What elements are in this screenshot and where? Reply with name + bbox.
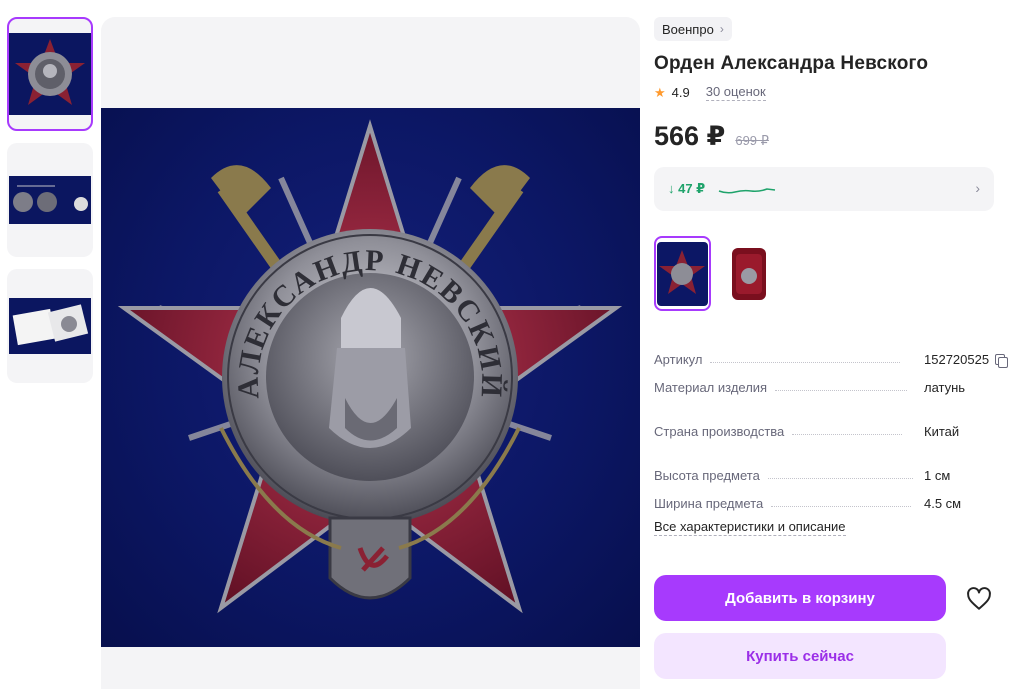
spec-key: Высота предмета <box>654 468 760 483</box>
heart-icon[interactable] <box>966 586 992 612</box>
spec-value: 152720525 <box>924 352 1009 368</box>
price-row: 566 ₽ 699 ₽ <box>654 121 1014 152</box>
spec-key: Артикул <box>654 352 703 367</box>
spec-dots <box>775 390 908 391</box>
spec-row-material: Материал изделия латунь <box>654 367 1014 395</box>
spec-row-article: Артикул 152720525 <box>654 339 1014 368</box>
spec-key: Материал изделия <box>654 380 768 395</box>
thumbnail-order-with-ruler[interactable] <box>7 143 93 257</box>
brand-name: Военпро <box>662 21 714 37</box>
rating-value: 4.9 <box>671 85 690 100</box>
thumbnail-order-front[interactable] <box>7 17 93 131</box>
spec-value: 4.5 см <box>924 496 962 511</box>
main-product-image[interactable]: АЛЕКСАНДР НЕВСКИЙ <box>101 108 640 647</box>
spec-dots <box>792 434 903 435</box>
product-title: Орден Александра Невского <box>654 53 929 74</box>
thumbnail-list <box>7 17 93 395</box>
reviews-link[interactable]: 30 оценок <box>705 84 766 101</box>
product-info: Военпро › Орден Александра Невского ★ 4.… <box>654 17 1014 679</box>
current-price: 566 ₽ <box>654 121 726 151</box>
spec-key: Ширина предмета <box>654 496 764 511</box>
brand-link[interactable]: Военпро › <box>654 17 732 41</box>
variant-image <box>657 241 708 306</box>
order-illustration: АЛЕКСАНДР НЕВСКИЙ <box>117 119 623 614</box>
spec-row-width: Ширина предмета 4.5 см <box>654 483 1014 511</box>
thumbnail-image <box>9 298 91 354</box>
variant-order-in-case[interactable] <box>721 236 778 311</box>
product-page: АЛЕКСАНДР НЕВСКИЙ Военпро › Орден Алекса… <box>0 0 1025 689</box>
variant-list <box>654 236 1014 311</box>
copy-icon[interactable] <box>995 353 1009 368</box>
spec-value: 1 см <box>924 468 951 483</box>
price-history-box[interactable]: ↓ 47 ₽ › <box>654 167 994 211</box>
thumbnail-order-in-box[interactable] <box>7 269 93 383</box>
buy-now-button[interactable]: Купить сейчас <box>654 633 946 679</box>
price-drop: ↓ 47 ₽ <box>668 181 706 196</box>
article-number: 152720525 <box>924 352 990 367</box>
spec-row-height: Высота предмета 1 см <box>654 439 1014 483</box>
spec-row-country: Страна производства Китай <box>654 395 1014 439</box>
chevron-right-icon: › <box>719 22 724 36</box>
rating: ★ 4.9 30 оценок <box>654 84 1014 101</box>
variant-order[interactable] <box>654 236 711 311</box>
spec-key: Страна производства <box>654 424 785 439</box>
spec-dots <box>771 506 912 507</box>
thumbnail-image <box>9 33 91 115</box>
price-sparkline <box>718 188 776 194</box>
spec-value: Китай <box>924 424 960 439</box>
specs-list: Артикул 152720525 Материал изделия латун… <box>654 339 1014 536</box>
star-icon: ★ <box>654 84 666 100</box>
spec-dots <box>767 478 913 479</box>
spec-dots <box>710 362 901 363</box>
spec-value: латунь <box>924 380 966 395</box>
main-image-frame[interactable]: АЛЕКСАНДР НЕВСКИЙ <box>101 17 640 689</box>
old-price: 699 ₽ <box>735 133 769 148</box>
thumbnail-image <box>9 176 91 224</box>
chevron-right-icon: › <box>975 180 980 196</box>
all-specs-link[interactable]: Все характеристики и описание <box>654 519 846 536</box>
add-to-cart-button[interactable]: Добавить в корзину <box>654 575 946 621</box>
variant-image <box>724 241 775 306</box>
